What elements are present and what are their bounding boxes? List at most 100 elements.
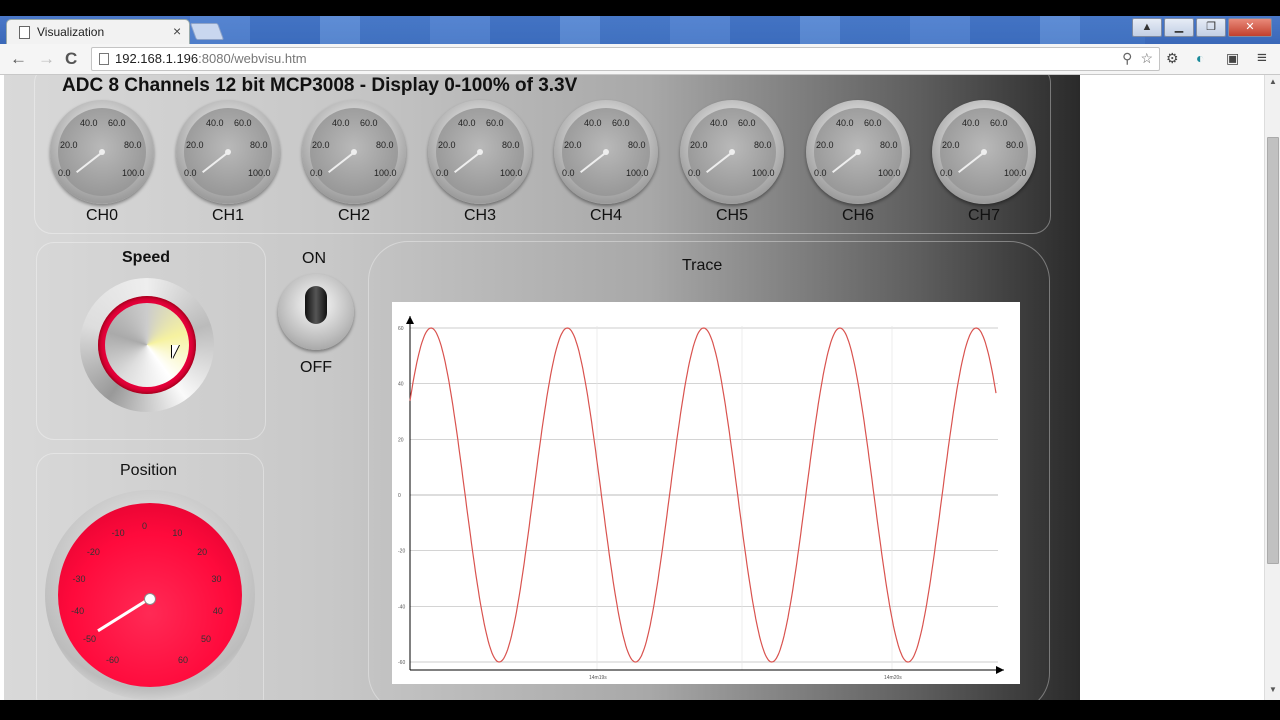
forward-icon[interactable]: → bbox=[38, 49, 55, 69]
page-icon bbox=[19, 26, 30, 39]
gauge-hub bbox=[981, 149, 987, 155]
new-tab-button[interactable] bbox=[189, 23, 225, 40]
position-gauge-hub bbox=[144, 593, 156, 605]
channel-gauge-7: 0.0 20.0 40.0 60.0 80.0 100.0 bbox=[932, 100, 1036, 204]
channel-gauge-3: 0.0 20.0 40.0 60.0 80.0 100.0 bbox=[428, 100, 532, 204]
on-off-toggle-switch[interactable] bbox=[278, 274, 354, 350]
position-tick-label: -30 bbox=[72, 574, 86, 585]
gauge-tick-label: 80.0 bbox=[754, 140, 772, 150]
switch-on-label: ON bbox=[302, 250, 326, 267]
gauge-tick-label: 40.0 bbox=[458, 118, 476, 128]
gauge-tick-label: 40.0 bbox=[710, 118, 728, 128]
channel-gauge-5: 0.0 20.0 40.0 60.0 80.0 100.0 bbox=[680, 100, 784, 204]
x-axis-arrow bbox=[996, 666, 1004, 674]
bookmark-star-icon[interactable]: ☆ bbox=[1140, 50, 1153, 67]
channel-gauge-0: 0.0 20.0 40.0 60.0 80.0 100.0 bbox=[50, 100, 154, 204]
channel-gauge-4: 0.0 20.0 40.0 60.0 80.0 100.0 bbox=[554, 100, 658, 204]
gauge-tick-label: 80.0 bbox=[124, 140, 142, 150]
gauge-tick-label: 40.0 bbox=[836, 118, 854, 128]
gauge-tick-label: 60.0 bbox=[486, 118, 504, 128]
gauge-tick-label: 100.0 bbox=[374, 168, 397, 178]
gauge-tick-label: 0.0 bbox=[688, 168, 701, 178]
close-window-button[interactable]: ✕ bbox=[1228, 18, 1272, 37]
gauge-tick-label: 0.0 bbox=[310, 168, 323, 178]
y-tick-label: 0 bbox=[398, 493, 401, 499]
menu-icon[interactable]: ≡ bbox=[1257, 48, 1267, 68]
vertical-scrollbar[interactable]: ▲ ▼ bbox=[1264, 75, 1280, 700]
gauge-tick-label: 80.0 bbox=[250, 140, 268, 150]
channel-gauge-6: 0.0 20.0 40.0 60.0 80.0 100.0 bbox=[806, 100, 910, 204]
tab-visualization[interactable]: Visualization × bbox=[6, 19, 190, 45]
user-icon[interactable]: ▲ bbox=[1132, 18, 1162, 37]
position-tick-label: -20 bbox=[86, 546, 100, 557]
gauge-tick-label: 20.0 bbox=[60, 140, 78, 150]
gauge-hub bbox=[351, 149, 357, 155]
toggle-lever bbox=[305, 286, 327, 324]
gauge-tick-label: 40.0 bbox=[332, 118, 350, 128]
back-icon[interactable]: ← bbox=[10, 49, 27, 69]
position-tick-label: -60 bbox=[106, 655, 120, 666]
x-tick-label: 14m19s bbox=[589, 675, 607, 681]
url-host: 192.168.1.196 bbox=[115, 51, 199, 66]
gauge-tick-label: 40.0 bbox=[80, 118, 98, 128]
gauge-tick-label: 40.0 bbox=[206, 118, 224, 128]
gauge-hub bbox=[99, 149, 105, 155]
gauge-tick-label: 100.0 bbox=[752, 168, 775, 178]
position-tick-label: -40 bbox=[71, 605, 85, 616]
visualization-canvas: ADC 8 Channels 12 bit MCP3008 - Display … bbox=[4, 75, 1080, 700]
y-tick-label: 40 bbox=[398, 382, 404, 388]
position-tick-label: 60 bbox=[178, 655, 189, 666]
gauge-hub bbox=[477, 149, 483, 155]
page-info-icon bbox=[99, 53, 109, 65]
gauge-tick-label: 60.0 bbox=[360, 118, 378, 128]
zoom-icon[interactable]: ⚲ bbox=[1122, 50, 1132, 67]
close-tab-icon[interactable]: × bbox=[173, 23, 181, 39]
gauge-tick-label: 60.0 bbox=[990, 118, 1008, 128]
reload-icon[interactable]: C bbox=[65, 49, 77, 69]
maximize-button[interactable]: ❐ bbox=[1196, 18, 1226, 37]
gauge-tick-label: 0.0 bbox=[562, 168, 575, 178]
channel-label-ch5: CH5 bbox=[715, 207, 748, 224]
gauge-tick-label: 20.0 bbox=[312, 140, 330, 150]
browser-toolbar: ← → C 192.168.1.196:8080/webvisu.htm ⚲ ☆… bbox=[0, 44, 1280, 75]
position-tick-label: 20 bbox=[197, 546, 208, 557]
channel-gauge-1: 0.0 20.0 40.0 60.0 80.0 100.0 bbox=[176, 100, 280, 204]
extension-icon-3[interactable]: ▣ bbox=[1226, 50, 1239, 67]
gauge-hub bbox=[603, 149, 609, 155]
channel-label-ch0: CH0 bbox=[85, 207, 118, 224]
position-tick-label: 0 bbox=[142, 521, 148, 531]
position-tick-label: 50 bbox=[200, 634, 211, 645]
trace-chart: 60 40 20 0 -20 -40 -60 14m19s 14m20s bbox=[392, 302, 1020, 684]
gauge-tick-label: 100.0 bbox=[248, 168, 271, 178]
extension-icon-1[interactable]: ⚙ bbox=[1166, 50, 1179, 67]
gauge-tick-label: 20.0 bbox=[816, 140, 834, 150]
url-text: 192.168.1.196:8080/webvisu.htm bbox=[115, 51, 307, 66]
channel-label-ch2: CH2 bbox=[337, 207, 370, 224]
gauge-tick-label: 40.0 bbox=[962, 118, 980, 128]
gauge-hub bbox=[855, 149, 861, 155]
scrollbar-thumb[interactable] bbox=[1267, 137, 1279, 564]
gauge-tick-label: 20.0 bbox=[942, 140, 960, 150]
tab-title: Visualization bbox=[37, 25, 105, 39]
gauge-tick-label: 80.0 bbox=[376, 140, 394, 150]
speed-knob[interactable] bbox=[80, 278, 214, 412]
browser-window: Visualization × ▲ ▁ ❐ ✕ ← → C 192.168.1.… bbox=[0, 0, 1280, 720]
gauge-tick-label: 100.0 bbox=[878, 168, 901, 178]
gauge-tick-label: 0.0 bbox=[184, 168, 197, 178]
gauge-tick-label: 100.0 bbox=[1004, 168, 1027, 178]
position-tick-label: 10 bbox=[172, 527, 183, 538]
extension-icon-2[interactable]: ◐ bbox=[1196, 50, 1204, 66]
scroll-up-icon[interactable]: ▲ bbox=[1269, 77, 1277, 86]
position-tick-label: 30 bbox=[211, 574, 222, 585]
position-tick-label: 40 bbox=[212, 605, 223, 616]
minimize-button[interactable]: ▁ bbox=[1164, 18, 1194, 37]
gauge-tick-label: 0.0 bbox=[814, 168, 827, 178]
gauge-tick-label: 0.0 bbox=[436, 168, 449, 178]
gauge-tick-label: 60.0 bbox=[864, 118, 882, 128]
y-axis-arrow bbox=[406, 316, 414, 324]
address-bar[interactable]: 192.168.1.196:8080/webvisu.htm ⚲ ☆ bbox=[91, 47, 1160, 71]
gauge-tick-label: 100.0 bbox=[626, 168, 649, 178]
scroll-down-icon[interactable]: ▼ bbox=[1269, 685, 1277, 694]
position-gauge: -60 -50 -40 -30 -20 -10 0 10 20 30 40 50 60 bbox=[45, 490, 255, 700]
window-controls: ▲ ▁ ❐ ✕ bbox=[1132, 18, 1272, 38]
